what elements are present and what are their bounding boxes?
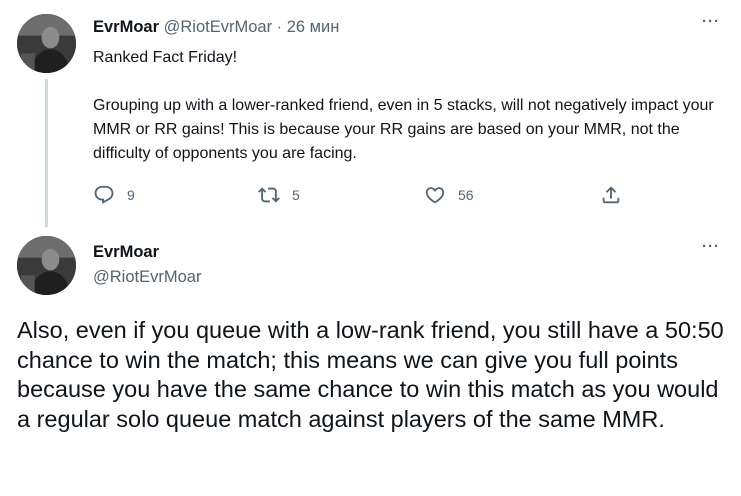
avatar-photo — [17, 14, 76, 73]
avatar-photo — [17, 236, 76, 295]
reply-icon — [94, 185, 114, 204]
author-handle[interactable]: @RiotEvrMoar — [164, 18, 272, 36]
heart-icon — [425, 187, 445, 204]
tweet-text: Also, even if you queue with a low-rank … — [17, 317, 724, 432]
tweet-header: EvrMoar @RiotEvrMoar · 26 мин — [93, 17, 339, 37]
header-separator: · — [276, 18, 283, 36]
tweet-text-line: Ranked Fact Friday! — [93, 49, 238, 66]
avatar[interactable] — [17, 236, 76, 295]
tweet-timestamp[interactable]: 26 мин — [287, 18, 340, 36]
reply-count: 9 — [127, 187, 135, 203]
tweet-text: Ranked Fact Friday! Grouping up with a l… — [93, 46, 723, 166]
like-button[interactable]: 56 — [424, 183, 474, 207]
share-icon — [602, 186, 620, 204]
author-handle[interactable]: @RiotEvrMoar — [93, 267, 201, 287]
tweet-actions-bar: 9 5 56 — [0, 183, 741, 207]
like-count: 56 — [458, 187, 474, 203]
tweet-parent[interactable]: EvrMoar @RiotEvrMoar · 26 мин ··· Ranked… — [0, 0, 741, 227]
reply-button[interactable]: 9 — [93, 183, 135, 207]
more-icon[interactable]: ··· — [698, 239, 724, 262]
retweet-icon — [258, 187, 280, 203]
avatar[interactable] — [17, 14, 76, 73]
retweet-count: 5 — [292, 187, 300, 203]
share-button[interactable] — [600, 183, 622, 207]
tweet-text-paragraph: Grouping up with a lower-ranked friend, … — [93, 97, 714, 162]
retweet-button[interactable]: 5 — [258, 183, 300, 207]
author-display-name[interactable]: EvrMoar — [93, 242, 159, 262]
author-display-name[interactable]: EvrMoar — [93, 18, 159, 36]
more-icon[interactable]: ··· — [698, 14, 724, 37]
